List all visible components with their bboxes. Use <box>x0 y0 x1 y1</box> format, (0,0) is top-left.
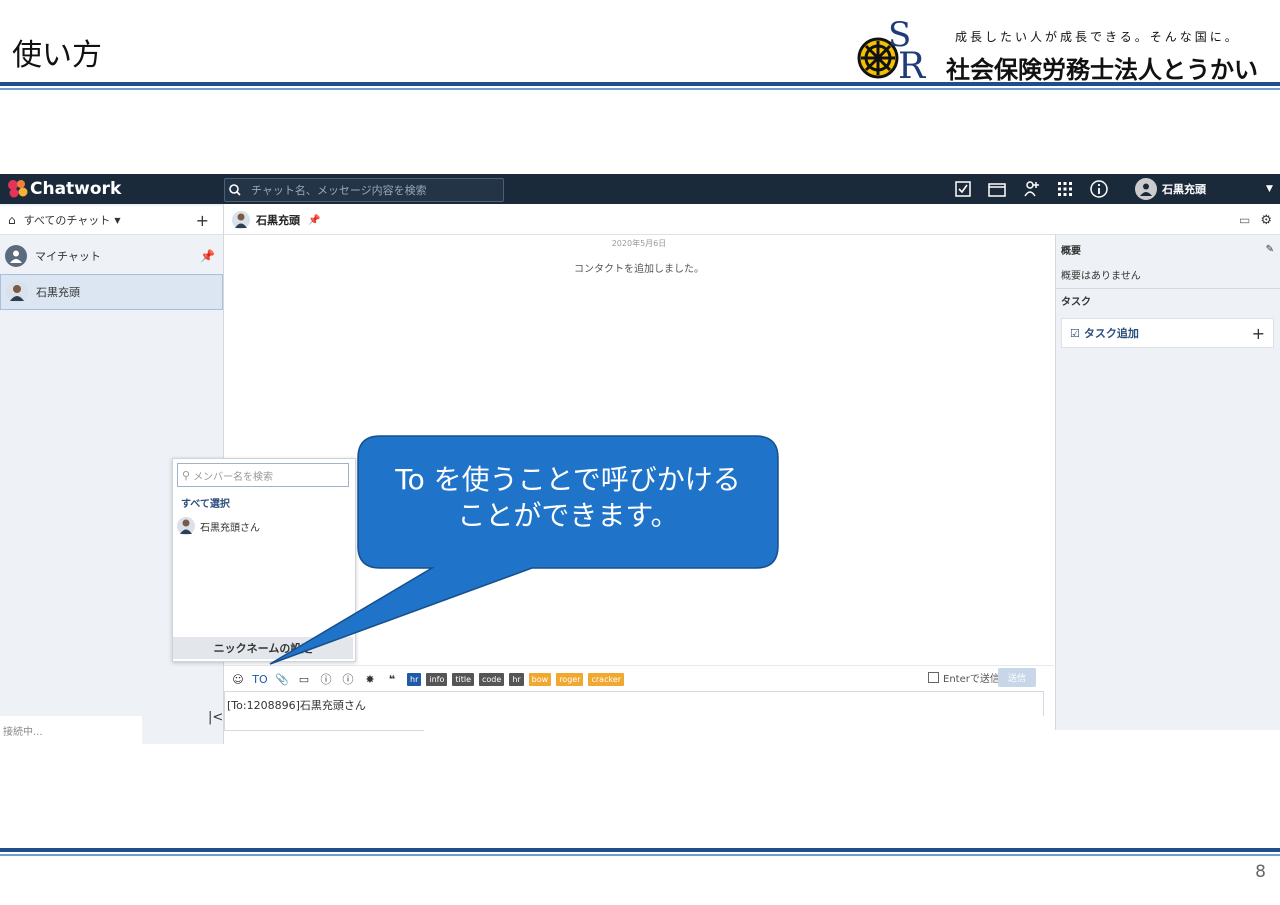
callout-line-1: To を使うことで呼びかける <box>395 463 741 496</box>
callout-text: To を使うことで呼びかける ことができます。 <box>360 462 776 534</box>
footer-rule-thin <box>0 854 1280 856</box>
callout-bubble <box>269 435 779 665</box>
page-number: 8 <box>1255 862 1266 882</box>
callout-line-2: ことができます。 <box>457 499 679 532</box>
footer-rule <box>0 848 1280 852</box>
